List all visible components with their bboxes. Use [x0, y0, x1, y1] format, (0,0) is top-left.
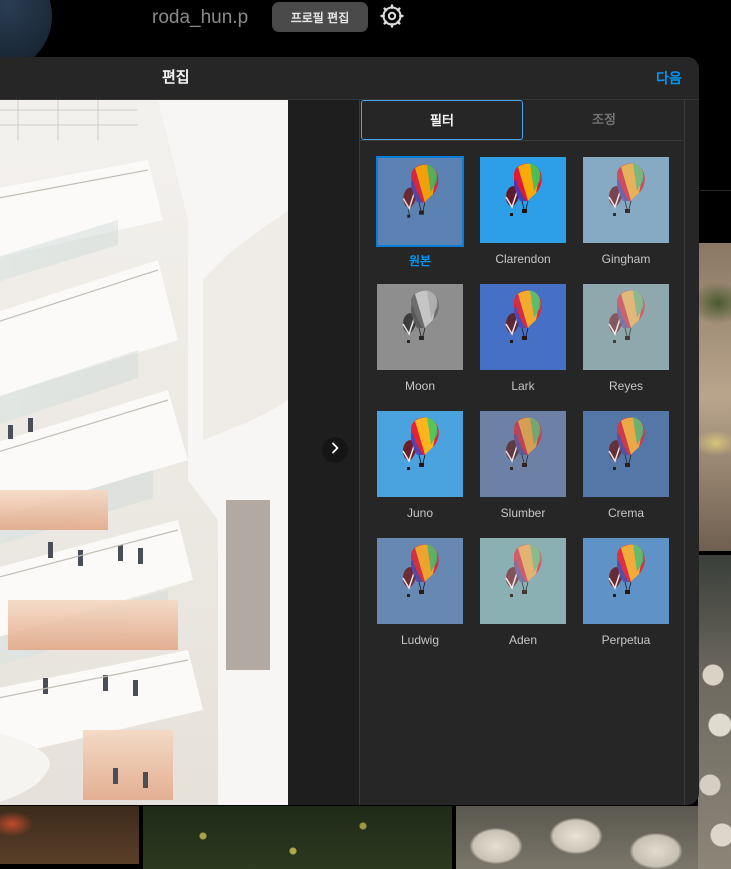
filter-preview: [480, 284, 566, 370]
filter-lark[interactable]: Lark: [479, 283, 567, 403]
filter-label: Crema: [607, 506, 644, 520]
post-thumbnail[interactable]: [456, 806, 698, 869]
profile-page: roda_hun.p 프로필 편집 편집 다음 필터 조정 원본 Clarend…: [0, 0, 731, 869]
edit-modal: 편집 다음 필터 조정 원본 Clarendon Gingham Moon La…: [0, 57, 699, 805]
filter-preview: [480, 538, 566, 624]
post-thumbnail[interactable]: [698, 243, 731, 551]
filter-preview: [583, 284, 669, 370]
modal-title: 편집: [162, 69, 190, 86]
settings-gear-icon[interactable]: [380, 4, 404, 28]
filter-label: Gingham: [601, 252, 651, 266]
post-thumbnail[interactable]: [0, 806, 139, 864]
filter-label: Juno: [406, 506, 434, 520]
post-thumbnail[interactable]: [698, 555, 731, 869]
filter-reyes[interactable]: Reyes: [582, 283, 670, 403]
filter-preview: [480, 157, 566, 243]
filter-preview: [583, 411, 669, 497]
filter-label: Lark: [511, 379, 535, 393]
filter-label: Ludwig: [400, 633, 440, 647]
next-photo-button[interactable]: [322, 437, 348, 463]
filter-label: Aden: [508, 633, 538, 647]
filter-preview: [583, 157, 669, 243]
filter-preview: [480, 411, 566, 497]
filter-preview: [376, 156, 464, 247]
next-button[interactable]: 다음: [656, 57, 682, 99]
edit-profile-button[interactable]: 프로필 편집: [272, 2, 368, 32]
filter-preview: [377, 284, 463, 370]
filter-label: Slumber: [500, 506, 546, 520]
chevron-right-icon: [329, 441, 341, 459]
photo-preview: [0, 100, 288, 805]
filter-label: 원본: [408, 254, 432, 268]
filter-label: Clarendon: [495, 252, 551, 266]
filter-moon[interactable]: Moon: [376, 283, 464, 403]
filter-perpetua[interactable]: Perpetua: [582, 537, 670, 657]
filter-ludwig[interactable]: Ludwig: [376, 537, 464, 657]
post-thumbnail[interactable]: [143, 806, 452, 869]
filter-clarendon[interactable]: Clarendon: [479, 156, 567, 276]
filter-aden[interactable]: Aden: [479, 537, 567, 657]
filter-gingham[interactable]: Gingham: [582, 156, 670, 276]
tab-adjust[interactable]: 조정: [523, 100, 685, 140]
filter-preview: [583, 538, 669, 624]
filter-original[interactable]: 원본: [376, 156, 464, 276]
filter-preview: [377, 538, 463, 624]
panel-scroll-track: [684, 100, 685, 805]
profile-divider: [700, 190, 731, 191]
modal-header: 편집 다음: [0, 57, 699, 100]
filter-label: Perpetua: [601, 633, 651, 647]
profile-username: roda_hun.p: [152, 7, 249, 28]
filter-crema[interactable]: Crema: [582, 410, 670, 530]
filter-label: Reyes: [608, 379, 643, 393]
filter-slumber[interactable]: Slumber: [479, 410, 567, 530]
filter-juno[interactable]: Juno: [376, 410, 464, 530]
tab-filter[interactable]: 필터: [361, 100, 523, 140]
edit-tabs: 필터 조정: [360, 100, 685, 141]
filter-label: Moon: [404, 379, 436, 393]
filter-preview: [377, 411, 463, 497]
filter-panel: 필터 조정 원본 Clarendon Gingham Moon Lark Rey…: [359, 100, 685, 805]
